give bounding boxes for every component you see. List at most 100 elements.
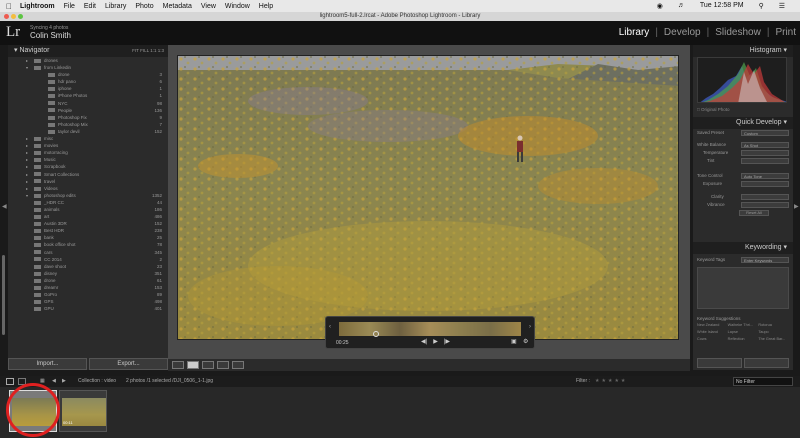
keyword-suggestion[interactable]: Lapse: [728, 330, 759, 334]
main-photo[interactable]: [177, 55, 679, 340]
collection-source[interactable]: Collection : video: [78, 376, 116, 387]
monitor-1-icon[interactable]: [6, 378, 14, 385]
folder-row[interactable]: hdr pano 6: [8, 78, 168, 85]
menu-view[interactable]: View: [201, 3, 216, 10]
filter-select[interactable]: No Filter: [733, 377, 793, 386]
left-scrollbar-thumb[interactable]: [2, 255, 5, 335]
menu-edit[interactable]: Edit: [84, 3, 96, 10]
video-frame-strip[interactable]: [339, 322, 521, 336]
menu-window[interactable]: Window: [225, 3, 250, 10]
zoom-fill[interactable]: FILL: [140, 48, 149, 53]
compare-view-icon[interactable]: [202, 361, 214, 369]
keyword-tags-select[interactable]: Enter Keywords: [741, 257, 789, 263]
folder-row[interactable]: ▸ movies: [8, 142, 168, 149]
step-back-icon[interactable]: ◀|: [421, 338, 427, 345]
folder-row[interactable]: ▸ travel: [8, 178, 168, 185]
selection-info[interactable]: 2 photos /1 selected /DJI_0506_1-1.jpg: [126, 376, 213, 387]
filter-stars[interactable]: ★★★★★: [595, 376, 627, 387]
folder-row[interactable]: ▸ drones: [8, 57, 168, 64]
folder-row[interactable]: Best HDR 238: [8, 227, 168, 234]
export-button[interactable]: Export...: [89, 358, 168, 370]
auto-tone-button[interactable]: Auto Tone: [741, 173, 789, 179]
folder-row[interactable]: ▸ Music: [8, 156, 168, 163]
step-forward-icon[interactable]: |▶: [444, 338, 450, 345]
folder-row[interactable]: taylor devil 152: [8, 128, 168, 135]
import-button[interactable]: Import...: [8, 358, 87, 370]
white-balance-select[interactable]: As Shot: [741, 142, 789, 148]
survey-view-icon[interactable]: [217, 361, 229, 369]
original-photo-checkbox[interactable]: □ Original Photo: [697, 107, 730, 112]
keyword-suggestion[interactable]: Reflection: [728, 337, 759, 341]
vibrance-buttons[interactable]: [741, 202, 789, 208]
folder-row[interactable]: drone 61: [8, 277, 168, 284]
sync-metadata-button[interactable]: [697, 358, 742, 368]
folder-row[interactable]: Photoshop Mix 7: [8, 121, 168, 128]
folder-row[interactable]: GoPro 89: [8, 291, 168, 298]
minimize-icon[interactable]: [11, 14, 16, 19]
disclosure-arrow-icon[interactable]: ▸: [26, 163, 28, 170]
folder-row[interactable]: ▸ Smart Collections: [8, 171, 168, 178]
forward-arrow-icon[interactable]: ▶: [62, 376, 66, 387]
keyword-suggestion[interactable]: White Island: [697, 330, 728, 334]
keywording-header[interactable]: Keywording ▾: [693, 242, 793, 254]
folder-row[interactable]: ▸ misc: [8, 135, 168, 142]
folder-row[interactable]: bank 25: [8, 234, 168, 241]
loupe-view-icon[interactable]: [187, 361, 199, 369]
volume-icon[interactable]: ♬: [678, 2, 685, 10]
quick-develop-toggle-icon[interactable]: ▾: [783, 119, 787, 126]
disclosure-arrow-icon[interactable]: ▾: [26, 64, 28, 71]
folder-row[interactable]: drone 3: [8, 71, 168, 78]
keyword-suggestion[interactable]: Rotorua: [758, 323, 789, 327]
apple-icon[interactable]: : [6, 2, 12, 11]
zoom-1-3[interactable]: 1:3: [158, 48, 164, 53]
disclosure-arrow-icon[interactable]: ▸: [26, 142, 28, 149]
folder-row[interactable]: ▾ from Linkedin: [8, 64, 168, 71]
histogram-toggle-icon[interactable]: ▾: [783, 47, 787, 54]
folder-row[interactable]: GPS 498: [8, 298, 168, 305]
video-settings-icon[interactable]: ⚙: [523, 338, 528, 345]
module-library[interactable]: Library: [619, 27, 650, 38]
folder-row[interactable]: Austin 3DR 152: [8, 220, 168, 227]
saved-preset-select[interactable]: Custom: [741, 130, 789, 136]
folder-row[interactable]: _HDR CC 44: [8, 199, 168, 206]
folder-row[interactable]: ▸ Videos: [8, 185, 168, 192]
navigator-header[interactable]: ▾ Navigator FIT FILL 1:1 1:3: [8, 45, 168, 57]
tint-buttons[interactable]: [741, 158, 789, 164]
folder-row[interactable]: cars 345: [8, 249, 168, 256]
folder-row[interactable]: People 136: [8, 107, 168, 114]
folder-row[interactable]: CC 2014 2: [8, 256, 168, 263]
module-slideshow[interactable]: Slideshow: [715, 27, 761, 38]
play-icon[interactable]: ▶: [433, 338, 438, 345]
folder-row[interactable]: animals 186: [8, 206, 168, 213]
collapse-left-icon[interactable]: ◀: [2, 203, 7, 210]
keyword-suggestion[interactable]: Taupo: [758, 330, 789, 334]
folder-row[interactable]: disney 351: [8, 270, 168, 277]
folder-row[interactable]: book office shot 78: [8, 241, 168, 248]
folder-row[interactable]: ▾ photoshop edits 1352: [8, 192, 168, 199]
reset-all-button[interactable]: Reset All: [739, 210, 769, 216]
clarity-buttons[interactable]: [741, 194, 789, 200]
close-icon[interactable]: [4, 14, 9, 19]
trim-left-icon[interactable]: ‹: [329, 324, 331, 330]
folder-row[interactable]: NYC 98: [8, 100, 168, 107]
menu-metadata[interactable]: Metadata: [163, 3, 192, 10]
module-print[interactable]: Print: [775, 27, 796, 38]
folder-row[interactable]: GPU 401: [8, 305, 168, 312]
folder-row[interactable]: art 486: [8, 213, 168, 220]
quick-develop-header[interactable]: Quick Develop ▾: [693, 117, 793, 129]
people-view-icon[interactable]: [232, 361, 244, 369]
collapse-right-icon[interactable]: ▶: [794, 203, 799, 210]
menu-app-name[interactable]: Lightroom: [20, 3, 55, 10]
menu-clock[interactable]: Tue 12:58 PM: [700, 2, 744, 10]
disclosure-arrow-icon[interactable]: ▸: [26, 149, 28, 156]
keywording-toggle-icon[interactable]: ▾: [783, 244, 787, 251]
search-icon[interactable]: ⚲: [759, 2, 764, 10]
folder-row[interactable]: iPhone Photos 1: [8, 92, 168, 99]
filmstrip-thumb[interactable]: 00:11: [59, 390, 107, 432]
folder-row[interactable]: dave shoot 23: [8, 263, 168, 270]
sync-settings-button[interactable]: [744, 358, 789, 368]
folder-row[interactable]: iphone 1: [8, 85, 168, 92]
frame-icon[interactable]: ▣: [511, 338, 517, 345]
histogram-header[interactable]: Histogram ▾: [693, 45, 793, 57]
menu-photo[interactable]: Photo: [135, 3, 153, 10]
